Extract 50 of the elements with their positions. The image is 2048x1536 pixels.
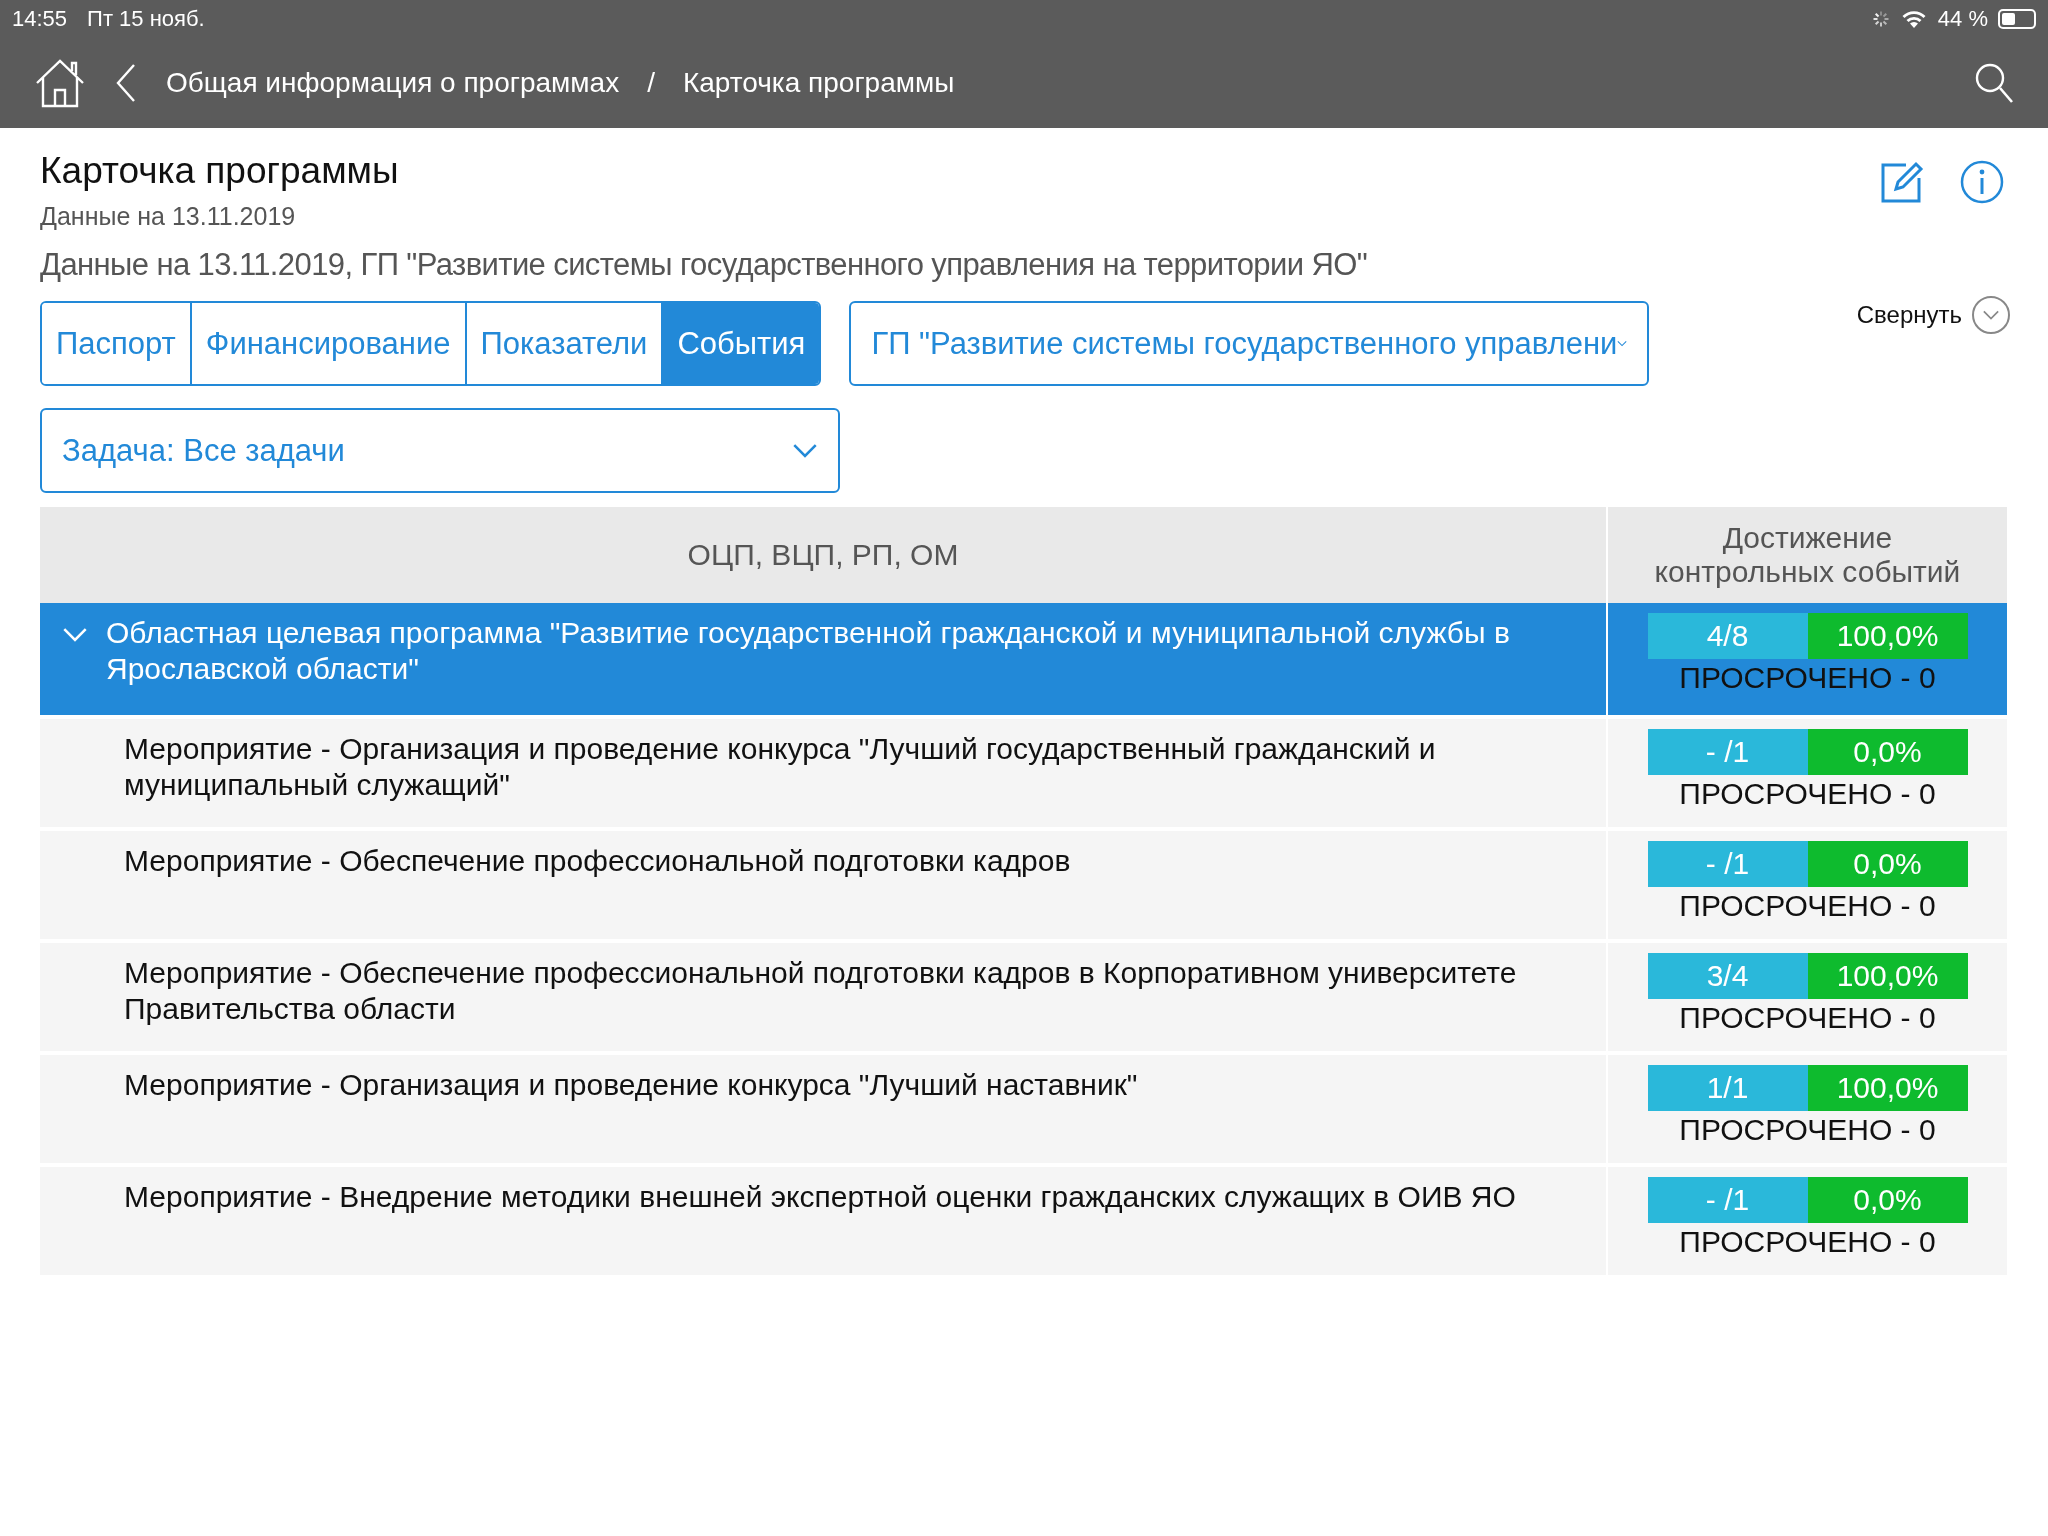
overdue-count: ПРОСРОЧЕНО - 0: [1679, 1001, 1936, 1035]
page-subtitle: Данные на 13.11.2019, ГП "Развитие системы государственного управления на территории ЯО": [40, 247, 1369, 283]
completion-percent: 0,0%: [1807, 1177, 1968, 1223]
completion-percent: 0,0%: [1807, 841, 1968, 887]
overdue-count: ПРОСРОЧЕНО - 0: [1679, 1113, 1936, 1147]
event-count: 3/4: [1647, 953, 1808, 999]
event-count: - /1: [1647, 1177, 1808, 1223]
status-date: Пт 15 нояб.: [87, 6, 205, 32]
event-count: - /1: [1647, 729, 1808, 775]
edit-icon[interactable]: [1880, 160, 1924, 204]
tab[interactable]: События: [663, 303, 820, 384]
column-header: ОЦП, ВЦП, РП, ОМ: [686, 537, 960, 573]
home-icon[interactable]: [34, 57, 86, 109]
completion-percent: 100,0%: [1807, 1065, 1968, 1111]
completion-percent: 100,0%: [1807, 953, 1968, 999]
chevron-down-icon[interactable]: [62, 627, 88, 642]
back-icon[interactable]: [114, 63, 138, 103]
breadcrumb-link[interactable]: Общая информация о программах: [166, 67, 620, 99]
overdue-count: ПРОСРОЧЕНО - 0: [1679, 1225, 1936, 1259]
breadcrumb-separator: /: [647, 67, 655, 99]
info-icon[interactable]: [1960, 160, 2004, 204]
breadcrumb-link[interactable]: Карточка программы: [682, 67, 955, 99]
chevron-circle-icon: [1972, 296, 2010, 334]
completion-percent: 100,0%: [1807, 613, 1968, 659]
row-title: Областная целевая программа "Развитие государственной гражданской и муниципальной службы в Ярославской области": [106, 615, 1511, 687]
row-title: Мероприятие - Внедрение методики внешней экспертной оценки гражданских служащих в ОИВ ЯО: [124, 1179, 1516, 1215]
event-count: 1/1: [1647, 1065, 1808, 1111]
table-row[interactable]: Областная целевая программа "Развитие государственной гражданской и муниципальной службы в Ярославской области" 4/8 100,0% ПРОСРОЧЕНО - 0: [40, 603, 2007, 715]
overdue-count: ПРОСРОЧЕНО - 0: [1679, 777, 1936, 811]
row-title: Мероприятие - Обеспечение профессиональной подготовки кадров в Корпоративном университете Правительства области: [124, 955, 1518, 1027]
search-icon[interactable]: [1974, 62, 2014, 104]
event-count: - /1: [1647, 841, 1808, 887]
row-title: Мероприятие - Организация и проведение конкурса "Лучший наставник": [124, 1067, 1138, 1103]
page-title: Карточка программы: [40, 150, 400, 192]
status-time: 14:55: [12, 6, 68, 32]
row-title: Мероприятие - Организация и проведение конкурса "Лучший государственный гражданский и муниципальный служащий": [124, 731, 1437, 803]
tab[interactable]: Паспорт: [42, 303, 192, 384]
battery-percent: 44 %: [1937, 6, 1988, 32]
overdue-count: ПРОСРОЧЕНО - 0: [1679, 661, 1936, 695]
overdue-count: ПРОСРОЧЕНО - 0: [1679, 889, 1936, 923]
chevron-down-icon: [792, 443, 818, 458]
data-date: Данные на 13.11.2019: [40, 202, 297, 231]
collapse-button[interactable]: Свернуть: [1850, 295, 2016, 335]
event-count: 4/8: [1647, 613, 1808, 659]
task-dropdown[interactable]: Задача: Все задачи: [40, 408, 840, 493]
completion-percent: 0,0%: [1807, 729, 1968, 775]
activity-spinner-icon: [1871, 10, 1890, 28]
battery-icon: [1998, 9, 2036, 29]
program-dropdown[interactable]: ГП "Развитие системы государственного управлени: [849, 301, 1650, 386]
row-title: Мероприятие - Обеспечение профессиональной подготовки кадров: [124, 843, 1071, 879]
